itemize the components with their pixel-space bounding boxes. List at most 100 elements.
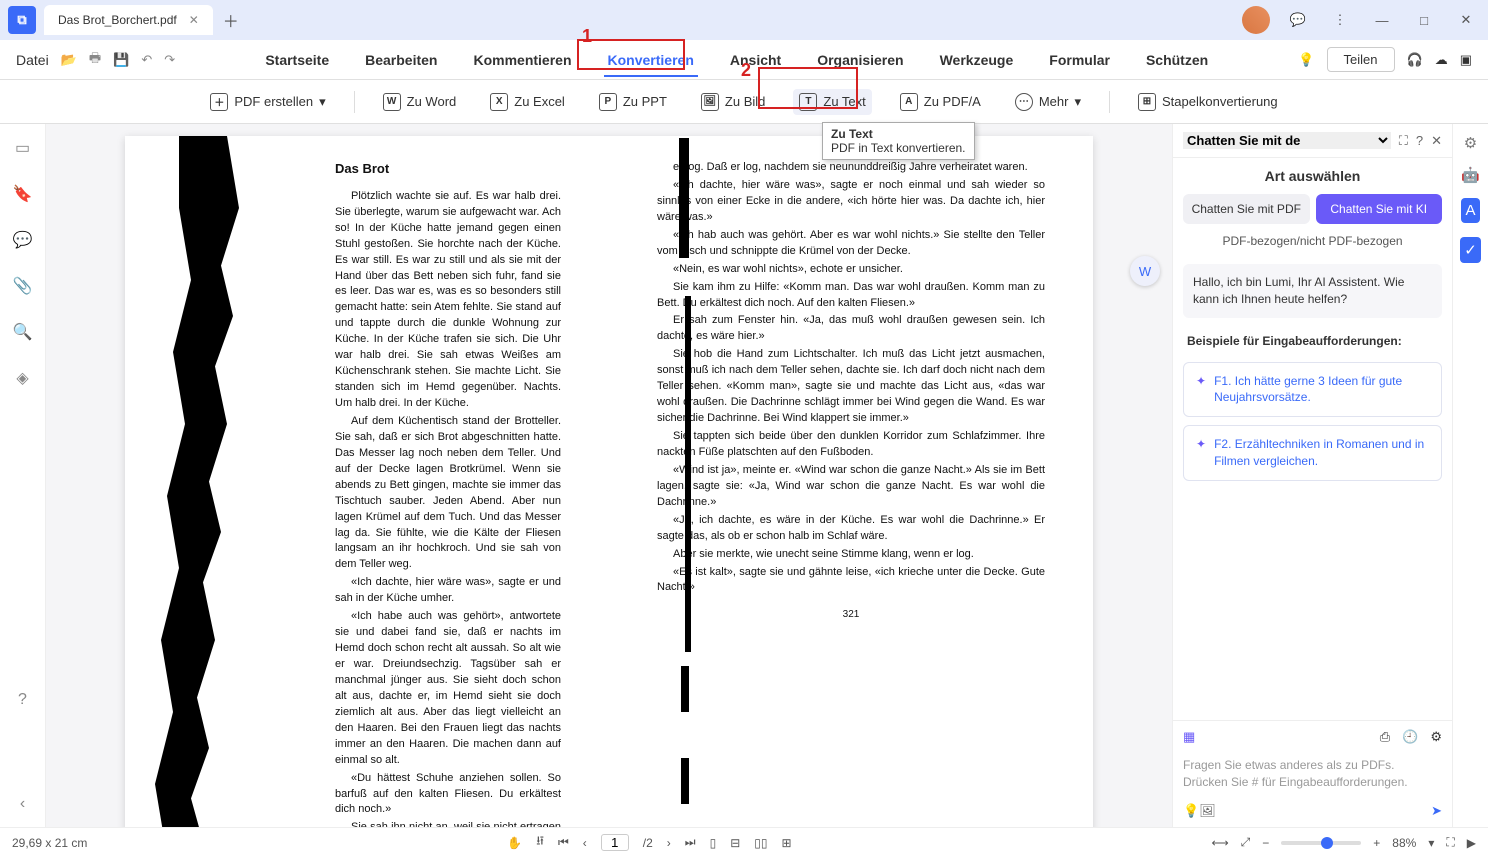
maximize-icon[interactable]: □ [1410, 6, 1438, 34]
sparkle-icon: ✦ [1196, 436, 1206, 470]
prev-page-icon[interactable]: ‹ [583, 836, 587, 850]
comments-icon[interactable]: 💬 [13, 230, 33, 250]
headset-icon[interactable]: 🎧 [1407, 52, 1423, 68]
bulb-icon[interactable]: 💡 [1183, 803, 1199, 819]
attachments-icon[interactable]: 📎 [13, 276, 33, 296]
send-icon[interactable]: ➤ [1431, 803, 1442, 819]
ink-artifact [685, 296, 691, 652]
tab-close-icon[interactable]: ✕ [189, 13, 199, 27]
bookmarks-icon[interactable]: 🔖 [13, 184, 33, 204]
screenshot-icon[interactable]: ⎙ [1380, 729, 1390, 745]
print-icon[interactable]: 🖶 [89, 49, 101, 71]
undo-icon[interactable]: ↶ [141, 52, 152, 68]
panel-icon[interactable]: ▣ [1460, 52, 1472, 68]
presentation-icon[interactable]: ▶ [1467, 836, 1476, 850]
hand-tool-icon[interactable]: ✋ [507, 836, 522, 850]
zoom-slider[interactable] [1281, 841, 1361, 845]
app-logo: ⧉ [8, 6, 36, 34]
search-icon[interactable]: 🔍 [13, 322, 33, 342]
share-button[interactable]: Teilen [1327, 47, 1395, 72]
lamp-icon[interactable]: 💡 [1298, 52, 1314, 68]
to-pdfa-button[interactable]: AZu PDF/A [894, 89, 987, 115]
ppt-icon: P [599, 93, 617, 111]
ink-artifact [681, 666, 689, 712]
to-image-button[interactable]: 🖼Zu Bild [695, 89, 771, 115]
document-view[interactable]: Das Brot Plötzlich wachte sie auf. Es wa… [46, 124, 1172, 827]
doc-icon[interactable]: ▦ [1183, 729, 1195, 745]
next-page-icon[interactable]: › [667, 836, 671, 850]
to-text-button[interactable]: TZu Text [793, 89, 871, 115]
chevron-down-icon[interactable]: ▾ [1428, 836, 1434, 850]
a-icon[interactable]: A [1461, 198, 1479, 223]
page-total: /2 [643, 836, 653, 850]
fullscreen-icon[interactable]: ⛶ [1446, 835, 1454, 850]
chat-input[interactable]: Fragen Sie etwas anderes als zu PDFs. Dr… [1183, 753, 1442, 795]
fit-page-icon[interactable]: ⤢ [1241, 835, 1251, 850]
layers-icon[interactable]: ◈ [16, 368, 28, 388]
redo-icon[interactable]: ↷ [164, 52, 175, 68]
tab-organisieren[interactable]: Organisieren [813, 44, 907, 76]
tab-werkzeuge[interactable]: Werkzeuge [936, 44, 1018, 76]
thumbnails-icon[interactable]: ▭ [15, 138, 30, 158]
to-word-button[interactable]: WZu Word [377, 89, 463, 115]
continuous-icon[interactable]: ⊟ [730, 836, 740, 850]
example-prompt-2[interactable]: ✦F2. Erzähltechniken in Romanen und in F… [1183, 425, 1442, 481]
fit-width-icon[interactable]: ⟷ [1211, 836, 1228, 850]
tab-konvertieren[interactable]: Konvertieren [604, 44, 698, 76]
close-icon[interactable]: ✕ [1452, 6, 1480, 34]
more-button[interactable]: ⋯Mehr▾ [1009, 89, 1087, 115]
to-excel-button[interactable]: XZu Excel [484, 89, 571, 115]
panel-title: Art auswählen [1173, 158, 1452, 194]
first-page-icon[interactable]: ⏮ [558, 835, 569, 850]
example-prompt-1[interactable]: ✦F1. Ich hätte gerne 3 Ideen für gute Ne… [1183, 362, 1442, 418]
save-icon[interactable]: 💾 [113, 52, 129, 68]
help-icon[interactable]: ? [1416, 133, 1423, 148]
page-input[interactable] [601, 834, 629, 851]
chat-mode-select[interactable]: Chatten Sie mit de [1183, 132, 1391, 149]
tab-bearbeiten[interactable]: Bearbeiten [361, 44, 441, 76]
select-tool-icon[interactable]: ⭿ [536, 832, 544, 853]
minimize-icon[interactable]: — [1368, 6, 1396, 34]
single-page-icon[interactable]: ▯ [710, 836, 717, 850]
file-menu[interactable]: Datei [16, 52, 49, 68]
chevron-down-icon: ▾ [1074, 94, 1081, 110]
tab-schuetzen[interactable]: Schützen [1142, 44, 1212, 76]
settings-icon[interactable]: ⚙ [1430, 729, 1442, 745]
tab-ansicht[interactable]: Ansicht [726, 44, 785, 76]
zoom-in-icon[interactable]: + [1373, 836, 1380, 850]
zoom-value: 88% [1392, 836, 1416, 850]
sparkle-icon: ✦ [1196, 373, 1206, 407]
sliders-icon[interactable]: ⚙ [1464, 134, 1477, 152]
help-icon[interactable]: ? [18, 691, 27, 709]
kebab-icon[interactable]: ⋮ [1326, 6, 1354, 34]
zoom-out-icon[interactable]: − [1262, 836, 1269, 850]
tab-kommentieren[interactable]: Kommentieren [469, 44, 575, 76]
open-icon[interactable]: 📂 [61, 52, 77, 68]
two-continuous-icon[interactable]: ⊞ [781, 836, 791, 850]
collapse-icon[interactable]: ‹ [20, 795, 25, 813]
image-icon[interactable]: 🖼 [1199, 803, 1216, 819]
float-word-icon[interactable]: W [1130, 256, 1160, 286]
last-page-icon[interactable]: ⏭ [685, 835, 696, 850]
tab-formular[interactable]: Formular [1045, 44, 1114, 76]
expand-icon[interactable]: ⛶ [1399, 133, 1408, 149]
batch-convert-button[interactable]: ⊞Stapelkonvertierung [1132, 89, 1284, 115]
two-page-icon[interactable]: ▯▯ [754, 836, 767, 850]
chat-pdf-tab[interactable]: Chatten Sie mit PDF [1183, 194, 1310, 224]
cloud-icon[interactable]: ☁ [1435, 52, 1448, 68]
history-icon[interactable]: 🕘 [1402, 729, 1418, 745]
tab-add-icon[interactable]: ＋ [223, 8, 239, 32]
comment-icon[interactable]: 💬 [1284, 6, 1312, 34]
tab-startseite[interactable]: Startseite [261, 44, 333, 76]
tooltip-desc: PDF in Text konvertieren. [831, 141, 966, 155]
word-icon: W [383, 93, 401, 111]
avatar[interactable] [1242, 6, 1270, 34]
close-panel-icon[interactable]: ✕ [1431, 133, 1442, 149]
chat-bot-icon[interactable]: 🤖 [1461, 166, 1480, 184]
document-tab[interactable]: Das Brot_Borchert.pdf ✕ [44, 5, 213, 35]
to-ppt-button[interactable]: PZu PPT [593, 89, 673, 115]
page-spread: Das Brot Plötzlich wachte sie auf. Es wa… [125, 136, 1093, 827]
check-icon[interactable]: ✓ [1460, 237, 1481, 263]
create-pdf-button[interactable]: ＋PDF erstellen▾ [204, 89, 331, 115]
chat-ki-tab[interactable]: Chatten Sie mit KI [1316, 194, 1443, 224]
